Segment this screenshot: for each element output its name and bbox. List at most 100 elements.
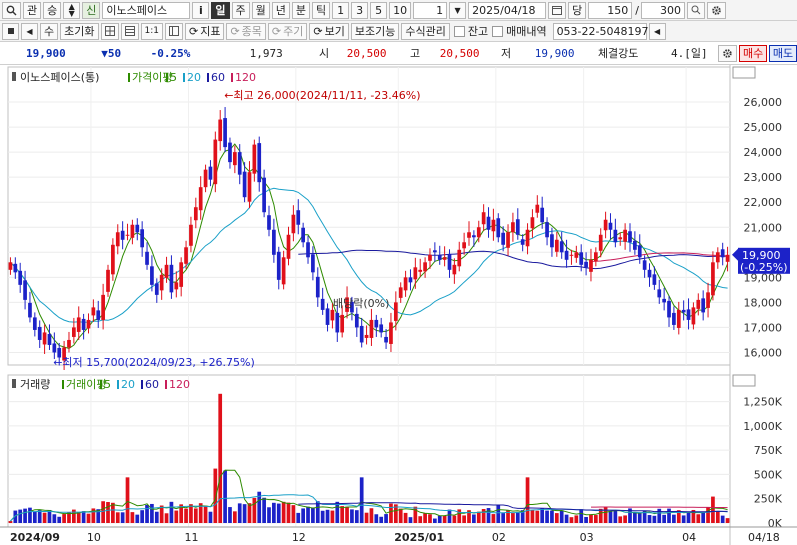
interval-5-button[interactable]: 5 bbox=[370, 1, 388, 19]
volume-bar bbox=[208, 511, 213, 523]
left-arrow-icon[interactable]: ◀ bbox=[21, 22, 38, 40]
period-month-tab[interactable]: 월 bbox=[251, 1, 270, 19]
seung-button[interactable]: 승 bbox=[43, 1, 62, 19]
interval-spin-icon[interactable]: ▼ bbox=[449, 1, 467, 19]
price-candle bbox=[540, 207, 545, 223]
stock-chart[interactable]: 26,00025,00024,00023,00022,00021,00020,0… bbox=[0, 65, 797, 545]
price-tick-label: 16,000 bbox=[744, 346, 783, 359]
jugi-button[interactable]: ⟳ 주기 bbox=[267, 22, 308, 40]
period-minute-tab[interactable]: 분 bbox=[291, 1, 310, 19]
calendar-icon[interactable] bbox=[548, 1, 567, 19]
volume-bar bbox=[276, 503, 281, 523]
volume-bar bbox=[589, 514, 593, 523]
price-candle bbox=[686, 309, 691, 320]
sidebar-toggle-icon[interactable]: ◀ bbox=[648, 22, 666, 40]
date-field[interactable]: 2025/04/18 bbox=[468, 1, 547, 19]
volume-bar bbox=[574, 515, 579, 523]
volume-legend-item: 20 bbox=[121, 378, 135, 391]
square-icon[interactable] bbox=[2, 22, 19, 40]
sell-button[interactable]: 매도 bbox=[769, 44, 797, 62]
gear-icon[interactable] bbox=[718, 44, 738, 62]
volume-tick-label: 250K bbox=[754, 493, 783, 506]
interval-input[interactable]: 1 bbox=[413, 1, 448, 19]
x-axis-label: 02 bbox=[492, 531, 506, 544]
price-candle bbox=[564, 250, 569, 260]
zoom-icon[interactable] bbox=[686, 1, 705, 19]
chart-area[interactable]: 26,00025,00024,00023,00022,00021,00020,0… bbox=[0, 65, 797, 545]
volume-bar bbox=[554, 513, 559, 523]
buy-button[interactable]: 매수 bbox=[739, 44, 768, 62]
volume-bar bbox=[140, 510, 145, 523]
display-count-input[interactable]: 150 bbox=[588, 1, 633, 19]
volume-bar bbox=[286, 502, 291, 523]
volume-bar bbox=[154, 511, 159, 523]
price-candle bbox=[662, 298, 666, 303]
price-candle bbox=[525, 229, 530, 247]
table-icon[interactable] bbox=[120, 22, 139, 40]
low-label: 저 bbox=[500, 47, 512, 60]
ratio-button[interactable]: 1:1 bbox=[140, 22, 163, 40]
volume-bar bbox=[164, 513, 169, 523]
view-button[interactable]: ⟳ 보기 bbox=[309, 22, 349, 40]
phone-field[interactable]: 053-22-5048197 bbox=[552, 22, 648, 40]
legend-marker bbox=[12, 379, 16, 388]
volume-bar bbox=[481, 509, 486, 523]
toolbar-row-2: ◀ 수 초기화 1:1 ⟳ 지표 ⟳ 종목 ⟳ 주기 ⟳ 보기 보조기능 수식관리 잔고… bbox=[0, 21, 797, 42]
price-candle bbox=[481, 212, 486, 225]
layout-icon[interactable] bbox=[164, 22, 183, 40]
price-candle bbox=[486, 216, 491, 230]
price-candle bbox=[193, 207, 198, 221]
volume-bar bbox=[203, 505, 208, 523]
price-chart-title: 이노스페이스(통) bbox=[20, 71, 99, 84]
price-candle bbox=[603, 219, 608, 231]
total-count-input[interactable]: 300 bbox=[640, 1, 685, 19]
su-button[interactable]: 수 bbox=[40, 22, 59, 40]
interval-1-button[interactable]: 1 bbox=[332, 1, 350, 19]
period-week-tab[interactable]: 주 bbox=[231, 1, 250, 19]
volume-bar bbox=[115, 512, 120, 523]
volume-bar bbox=[306, 506, 310, 523]
period-day-tab[interactable]: 일 bbox=[211, 1, 230, 19]
volume-bar bbox=[686, 512, 691, 523]
updown-spin-icon[interactable]: ▲ ▼ bbox=[63, 1, 81, 19]
volume-bar bbox=[267, 507, 271, 523]
price-candle bbox=[32, 317, 37, 330]
price-candle bbox=[228, 142, 232, 163]
jongmok-button[interactable]: ⟳ 종목 bbox=[226, 22, 266, 40]
volume-bar bbox=[8, 521, 13, 523]
price-candle bbox=[208, 166, 213, 180]
grid-icon[interactable] bbox=[100, 22, 119, 40]
volume-tick-label: 1,000K bbox=[743, 420, 782, 433]
open-label: 시 bbox=[319, 47, 330, 60]
gear-icon[interactable] bbox=[706, 1, 726, 19]
price-candle bbox=[286, 234, 291, 259]
price-candle bbox=[145, 251, 149, 265]
volume-bar bbox=[389, 503, 393, 523]
today-button[interactable]: 당 bbox=[568, 1, 587, 19]
period-year-tab[interactable]: 년 bbox=[271, 1, 290, 19]
interval-3-button[interactable]: 3 bbox=[351, 1, 369, 19]
indicator-button[interactable]: ⟳ 지표 bbox=[184, 22, 225, 40]
interval-10-button[interactable]: 10 bbox=[389, 1, 412, 19]
price-candle bbox=[213, 139, 218, 185]
price-legend-item: 5 bbox=[170, 71, 177, 84]
price-candle bbox=[237, 152, 242, 175]
reset-button[interactable]: 초기화 bbox=[60, 22, 99, 40]
price-candle bbox=[476, 227, 481, 238]
period-tick-tab[interactable]: 틱 bbox=[312, 1, 331, 19]
balance-checkbox[interactable] bbox=[453, 25, 465, 37]
stock-info-button[interactable]: i bbox=[192, 1, 210, 19]
trade-history-checkbox[interactable] bbox=[492, 25, 504, 37]
aux-function-button[interactable]: 보조기능 bbox=[350, 22, 400, 40]
stock-name-field[interactable]: 이노스페이스 bbox=[102, 1, 191, 19]
price-candle bbox=[247, 172, 252, 202]
price-candle bbox=[379, 324, 384, 333]
volume-bar bbox=[86, 513, 91, 523]
price-candle bbox=[467, 232, 471, 238]
search-icon[interactable] bbox=[2, 1, 21, 19]
legend-swatch bbox=[128, 73, 130, 82]
x-axis-label: 12 bbox=[292, 531, 306, 544]
kwan-button[interactable]: 관 bbox=[23, 1, 42, 19]
formula-manage-button[interactable]: 수식관리 bbox=[401, 22, 450, 40]
price-candle bbox=[81, 318, 86, 330]
